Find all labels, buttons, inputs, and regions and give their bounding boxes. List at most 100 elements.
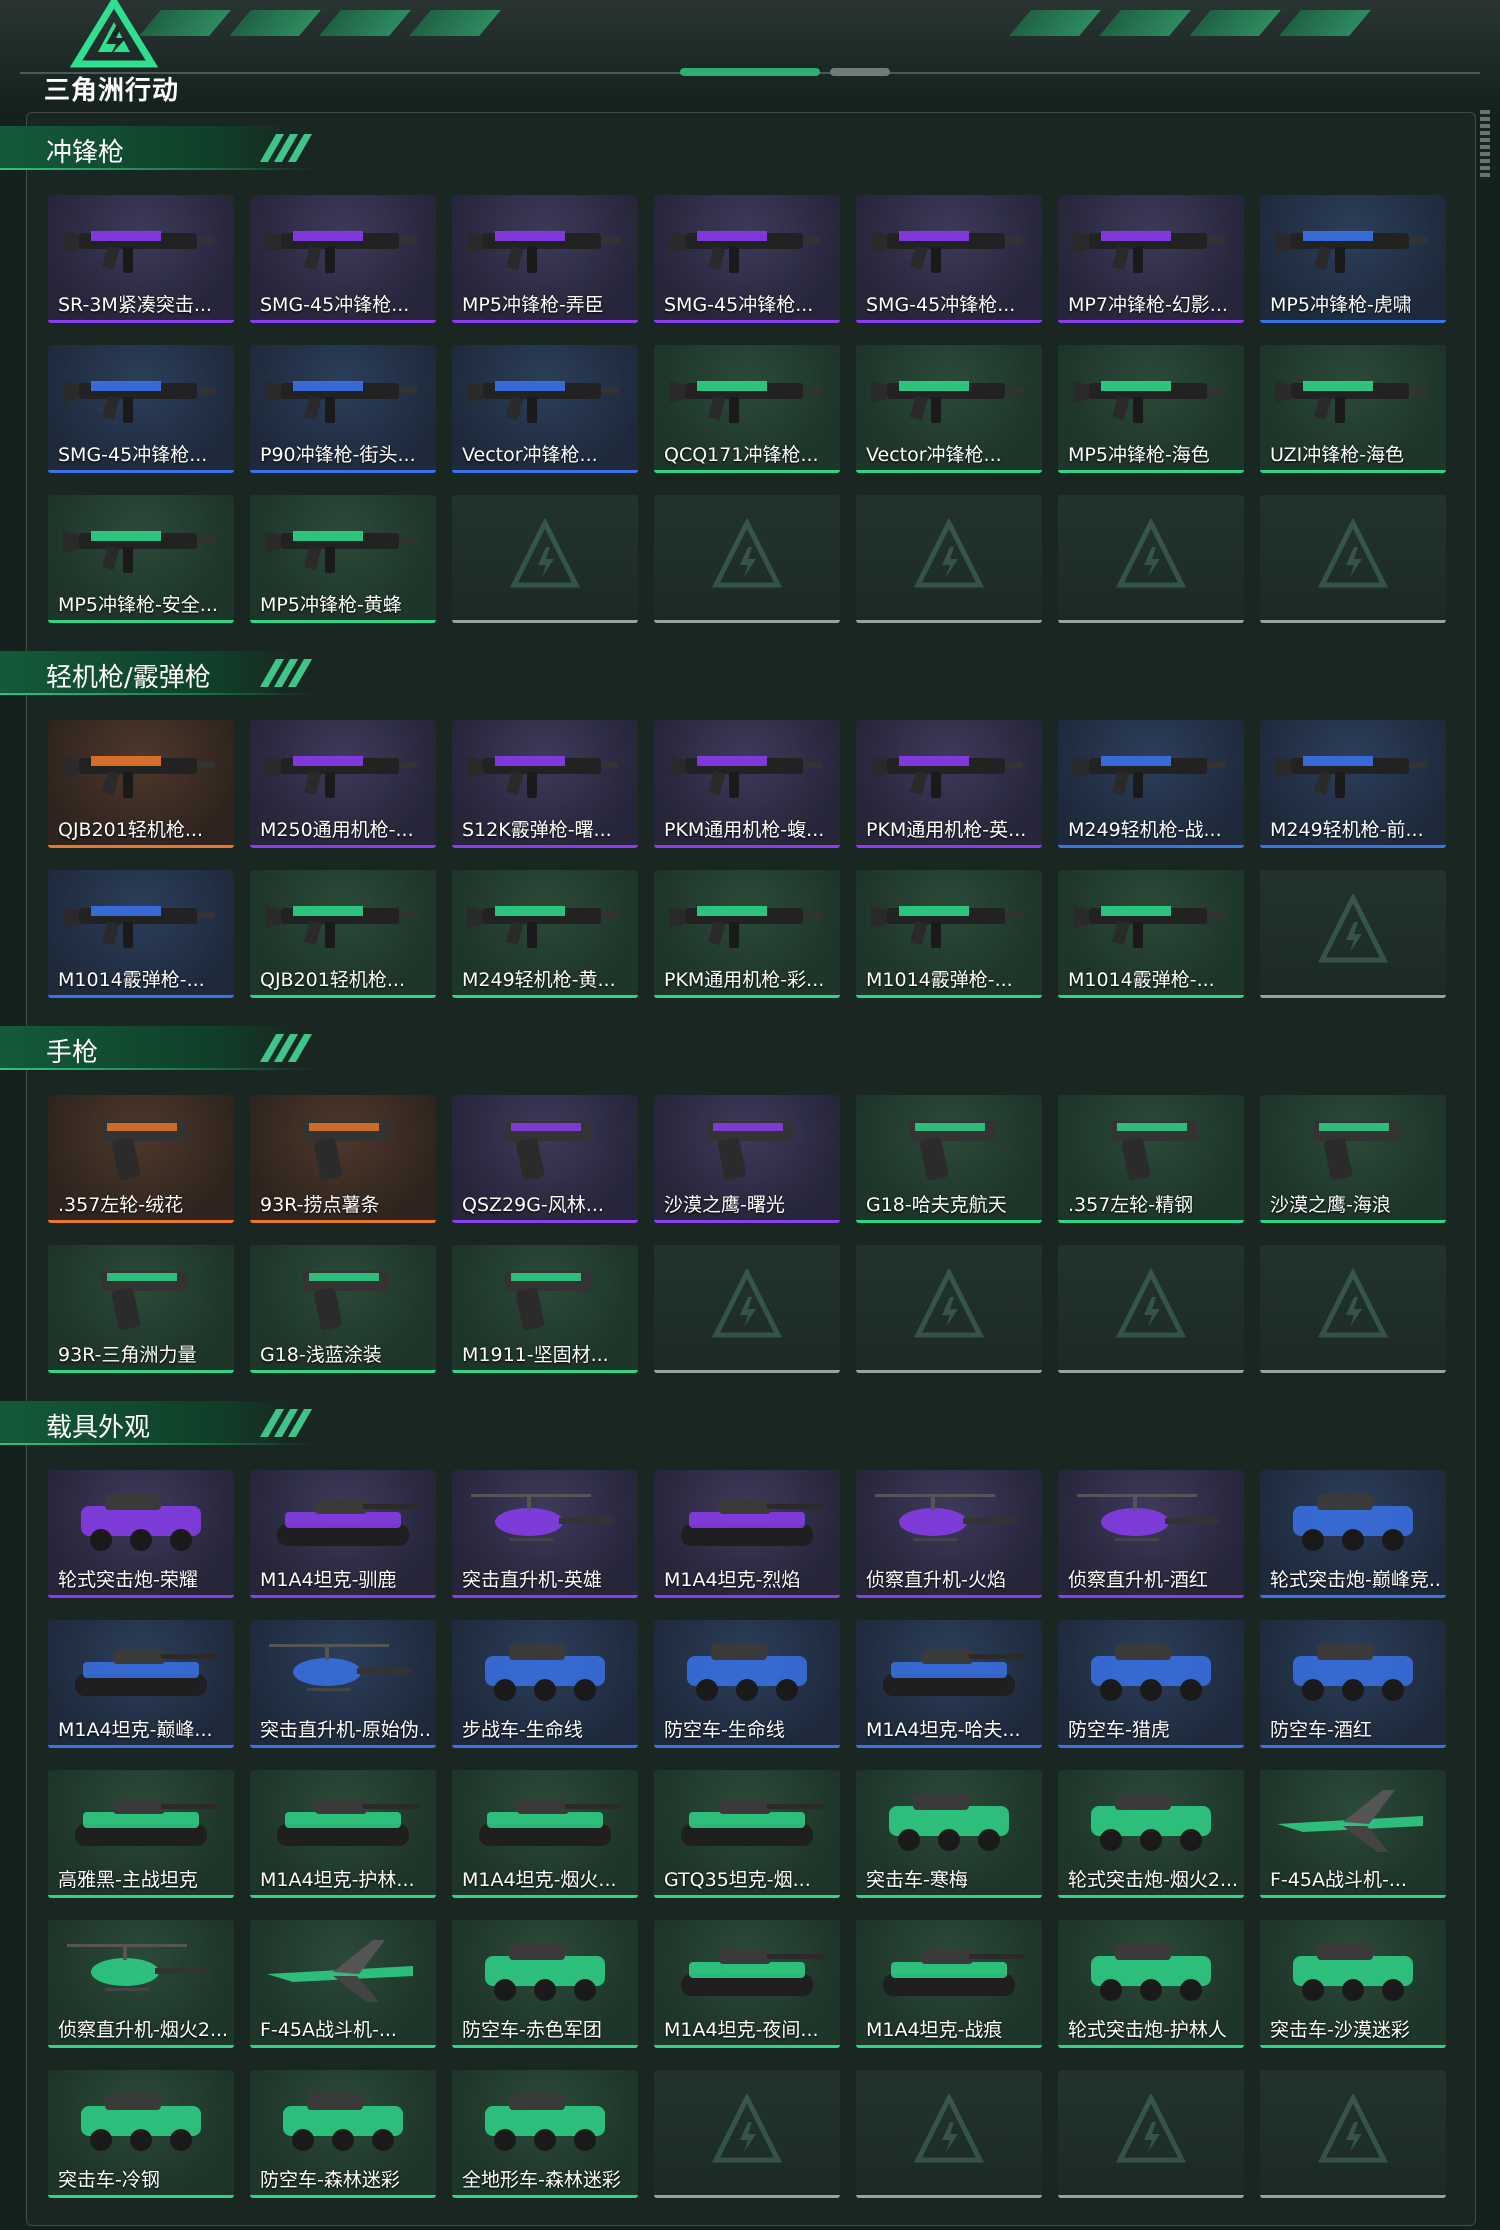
rarity-bar bbox=[250, 1220, 436, 1223]
gun-skin-icon bbox=[871, 756, 1023, 798]
item-name: 突击直升机-英雄 bbox=[462, 1569, 602, 1591]
item-tile[interactable]: Vector冲锋枪... bbox=[452, 345, 638, 473]
item-tile[interactable]: M1A4坦克-驯鹿 bbox=[250, 1470, 436, 1598]
placeholder-delta-icon bbox=[1116, 519, 1186, 588]
item-tile[interactable]: SMG-45冲锋枪... bbox=[856, 195, 1042, 323]
item-tile[interactable]: 高雅黑-主战坦克 bbox=[48, 1770, 234, 1898]
item-tile[interactable]: M1A4坦克-夜间... bbox=[654, 1920, 840, 2048]
item-tile[interactable]: MP5冲锋枪-安全... bbox=[48, 495, 234, 623]
item-tile[interactable]: .357左轮-精钢 bbox=[1058, 1095, 1244, 1223]
item-tile[interactable]: M250通用机枪-... bbox=[250, 720, 436, 848]
item-name: 侦察直升机-酒红 bbox=[1068, 1569, 1208, 1591]
item-tile[interactable]: 突击直升机-英雄 bbox=[452, 1470, 638, 1598]
item-tile[interactable]: 防空车-猎虎 bbox=[1058, 1620, 1244, 1748]
item-tile[interactable]: UZI冲锋枪-海色 bbox=[1260, 345, 1446, 473]
item-tile[interactable]: QJB201轻机枪... bbox=[250, 870, 436, 998]
header-stripe bbox=[319, 10, 411, 36]
item-tile[interactable]: M1A4坦克-战痕 bbox=[856, 1920, 1042, 2048]
scrollbar[interactable] bbox=[1480, 110, 1490, 180]
item-tile[interactable]: MP5冲锋枪-黄蜂 bbox=[250, 495, 436, 623]
item-tile[interactable]: PKM通用机枪-彩... bbox=[654, 870, 840, 998]
item-tile[interactable]: M249轻机枪-黄... bbox=[452, 870, 638, 998]
item-tile[interactable]: 防空车-生命线 bbox=[654, 1620, 840, 1748]
item-tile[interactable]: 突击车-冷钢 bbox=[48, 2070, 234, 2198]
item-tile[interactable]: 防空车-森林迷彩 bbox=[250, 2070, 436, 2198]
item-tile[interactable]: 轮式突击炮-烟火2... bbox=[1058, 1770, 1244, 1898]
heli-skin-icon bbox=[1077, 1494, 1219, 1541]
item-tile[interactable]: 侦察直升机-火焰 bbox=[856, 1470, 1042, 1598]
item-tile[interactable]: M1A4坦克-烈焰 bbox=[654, 1470, 840, 1598]
item-tile[interactable]: PKM通用机枪-英... bbox=[856, 720, 1042, 848]
item-tile[interactable]: P90冲锋枪-街头... bbox=[250, 345, 436, 473]
item-tile[interactable]: G18-浅蓝涂装 bbox=[250, 1245, 436, 1373]
rarity-bar bbox=[452, 1370, 638, 1373]
item-tile[interactable]: M1014霰弹枪-... bbox=[856, 870, 1042, 998]
item-tile[interactable]: MP7冲锋枪-幻影... bbox=[1058, 195, 1244, 323]
item-tile[interactable]: .357左轮-绒花 bbox=[48, 1095, 234, 1223]
item-tile[interactable]: 突击车-寒梅 bbox=[856, 1770, 1042, 1898]
placeholder-delta-icon bbox=[914, 2094, 984, 2163]
item-tile[interactable]: S12K霰弹枪-曙... bbox=[452, 720, 638, 848]
item-tile[interactable]: M249轻机枪-前... bbox=[1260, 720, 1446, 848]
rarity-bar bbox=[48, 1895, 234, 1898]
item-tile[interactable]: SMG-45冲锋枪... bbox=[250, 195, 436, 323]
vehicle-skin-icon bbox=[81, 1494, 201, 1551]
item-tile[interactable]: 轮式突击炮-护林人 bbox=[1058, 1920, 1244, 2048]
item-tile[interactable]: SMG-45冲锋枪... bbox=[48, 345, 234, 473]
item-tile[interactable]: MP5冲锋枪-弄臣 bbox=[452, 195, 638, 323]
item-tile[interactable]: 防空车-酒红 bbox=[1260, 1620, 1446, 1748]
item-tile[interactable]: MP5冲锋枪-海色 bbox=[1058, 345, 1244, 473]
rarity-bar bbox=[856, 320, 1042, 323]
gun-skin-icon bbox=[1275, 756, 1427, 798]
item-tile[interactable]: 全地形车-森林迷彩 bbox=[452, 2070, 638, 2198]
item-tile[interactable]: 步战车-生命线 bbox=[452, 1620, 638, 1748]
rarity-bar bbox=[1058, 1895, 1244, 1898]
item-tile[interactable]: 侦察直升机-酒红 bbox=[1058, 1470, 1244, 1598]
item-tile[interactable]: 侦察直升机-烟火2... bbox=[48, 1920, 234, 2048]
item-tile[interactable]: M1014霰弹枪-... bbox=[1058, 870, 1244, 998]
item-tile[interactable]: PKM通用机枪-蝮... bbox=[654, 720, 840, 848]
item-name: 防空车-赤色军团 bbox=[462, 2019, 602, 2041]
item-tile[interactable]: 轮式突击炮-荣耀 bbox=[48, 1470, 234, 1598]
item-tile[interactable]: G18-哈夫克航天 bbox=[856, 1095, 1042, 1223]
pistol-skin-icon bbox=[303, 1121, 389, 1181]
item-name: QJB201轻机枪... bbox=[58, 819, 203, 841]
item-tile[interactable]: GTQ35坦克-烟... bbox=[654, 1770, 840, 1898]
item-tile[interactable]: 突击车-沙漠迷彩 bbox=[1260, 1920, 1446, 2048]
empty-slot bbox=[654, 495, 840, 623]
item-tile[interactable]: M1A4坦克-烟火... bbox=[452, 1770, 638, 1898]
item-tile[interactable]: SMG-45冲锋枪... bbox=[654, 195, 840, 323]
item-tile[interactable]: M249轻机枪-战... bbox=[1058, 720, 1244, 848]
vehicle-skin-icon bbox=[687, 1644, 807, 1701]
empty-slot bbox=[1260, 495, 1446, 623]
item-name: QCQ171冲锋枪... bbox=[664, 444, 819, 466]
item-name: M1A4坦克-护林... bbox=[260, 1869, 415, 1891]
item-tile[interactable]: MP5冲锋枪-虎啸 bbox=[1260, 195, 1446, 323]
item-tile[interactable]: M1A4坦克-护林... bbox=[250, 1770, 436, 1898]
item-tile[interactable]: Vector冲锋枪... bbox=[856, 345, 1042, 473]
empty-slot bbox=[1260, 870, 1446, 998]
item-tile[interactable]: M1A4坦克-哈夫... bbox=[856, 1620, 1042, 1748]
item-tile[interactable]: 防空车-赤色军团 bbox=[452, 1920, 638, 2048]
item-tile[interactable]: QJB201轻机枪... bbox=[48, 720, 234, 848]
item-name: M250通用机枪-... bbox=[260, 819, 414, 841]
item-tile[interactable]: QCQ171冲锋枪... bbox=[654, 345, 840, 473]
item-tile[interactable]: M1911-坚固材... bbox=[452, 1245, 638, 1373]
item-tile[interactable]: 轮式突击炮-巅峰竞... bbox=[1260, 1470, 1446, 1598]
item-tile[interactable]: SR-3M紧凑突击... bbox=[48, 195, 234, 323]
item-tile[interactable]: 突击直升机-原始伪... bbox=[250, 1620, 436, 1748]
item-tile[interactable]: 沙漠之鹰-海浪 bbox=[1260, 1095, 1446, 1223]
rarity-bar bbox=[856, 1595, 1042, 1598]
item-tile[interactable]: M1A4坦克-巅峰... bbox=[48, 1620, 234, 1748]
item-name: M1A4坦克-哈夫... bbox=[866, 1719, 1021, 1741]
item-tile[interactable]: M1014霰弹枪-... bbox=[48, 870, 234, 998]
placeholder-delta-icon bbox=[1318, 2094, 1388, 2163]
item-tile[interactable]: F-45A战斗机-... bbox=[250, 1920, 436, 2048]
item-tile[interactable]: 93R-捞点薯条 bbox=[250, 1095, 436, 1223]
rarity-bar bbox=[452, 845, 638, 848]
item-tile[interactable]: 沙漠之鹰-曙光 bbox=[654, 1095, 840, 1223]
item-tile[interactable]: 93R-三角洲力量 bbox=[48, 1245, 234, 1373]
item-tile[interactable]: QSZ29G-风林... bbox=[452, 1095, 638, 1223]
item-tile[interactable]: F-45A战斗机-... bbox=[1260, 1770, 1446, 1898]
header-stripe bbox=[409, 10, 501, 36]
